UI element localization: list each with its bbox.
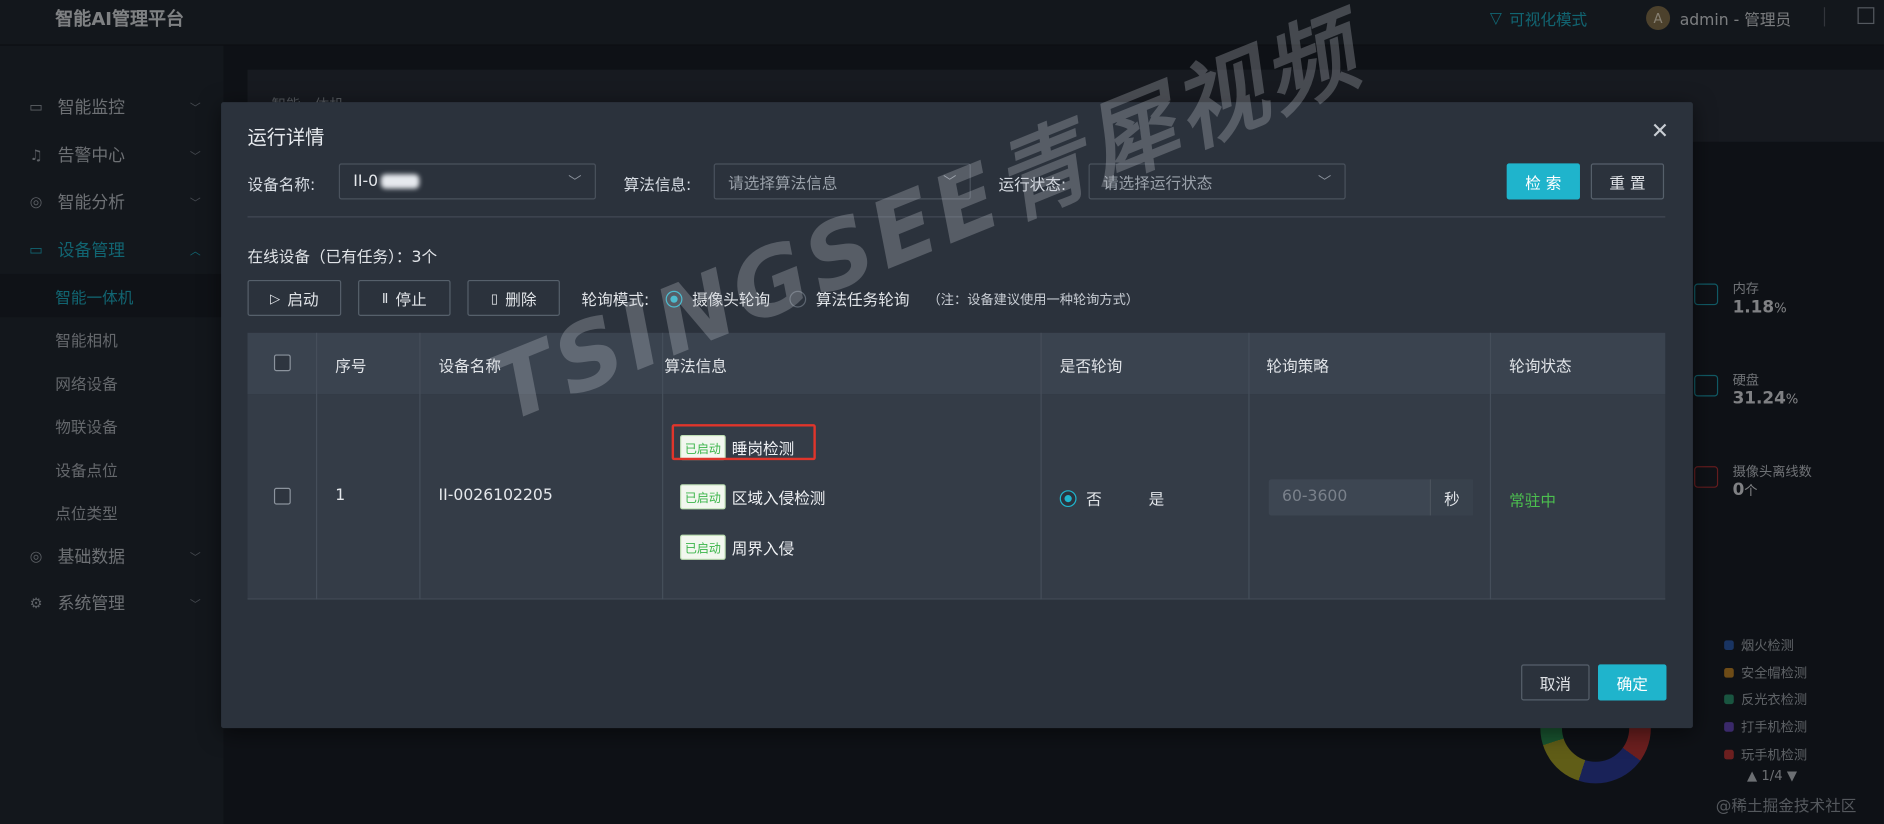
radio-checked-icon: [1059, 489, 1077, 507]
chevron-down-icon: ﹀: [1318, 174, 1332, 190]
algorithm-item: 已启动 周界入侵: [680, 534, 795, 560]
column-divider: [315, 332, 318, 600]
radio-poll-no[interactable]: 否: [1059, 487, 1102, 510]
stop-button[interactable]: Ⅱ 停止: [358, 279, 451, 316]
column-header: 序号: [335, 358, 367, 377]
device-table: 序号 设备名称 算法信息 是否轮询 轮询策略 轮询状态 1 II-0026102…: [247, 332, 1666, 602]
table-row: 1 II-0026102205 已启动 睡岗检测 已启动 区域入侵检测 已启动 …: [247, 394, 1666, 600]
radio-unchecked-icon: [1122, 489, 1140, 507]
radio-label: 否: [1086, 491, 1102, 510]
device-name-select[interactable]: II-0 ﹀: [338, 163, 596, 200]
select-all-checkbox[interactable]: [273, 354, 291, 372]
column-divider: [1248, 332, 1250, 600]
column-header: 轮询策略: [1266, 358, 1329, 377]
start-button[interactable]: ▷ 启动: [247, 279, 342, 316]
search-button[interactable]: 检 索: [1506, 163, 1580, 200]
poll-interval-unit: 秒: [1429, 479, 1474, 516]
cancel-button[interactable]: 取消: [1521, 664, 1590, 701]
started-badge: 已启动: [680, 534, 726, 560]
radio-label: 是: [1148, 491, 1165, 510]
column-header: 轮询状态: [1509, 358, 1572, 377]
radio-poll-yes[interactable]: 是: [1122, 487, 1165, 510]
poll-note: （注：设备建议使用一种轮询方式）: [927, 291, 1140, 308]
row-index: 1: [335, 486, 346, 505]
column-divider: [1489, 332, 1492, 600]
table-header: 序号 设备名称 算法信息 是否轮询 轮询策略 轮询状态: [247, 332, 1666, 395]
play-icon: ▷: [270, 290, 281, 306]
chevron-down-icon: ﹀: [568, 174, 582, 190]
dialog-title: 运行详情: [247, 126, 325, 149]
column-divider: [419, 332, 421, 600]
started-badge: 已启动: [680, 484, 726, 510]
device-name-label: 设备名称:: [247, 176, 316, 195]
highlight-box: [671, 424, 816, 461]
online-device-count: 在线设备（已有任务）：3个: [247, 248, 438, 267]
algorithm-name: 区域入侵检测: [731, 490, 826, 509]
poll-status: 常驻中: [1509, 492, 1556, 511]
algorithm-label: 算法信息:: [623, 176, 692, 195]
row-checkbox[interactable]: [273, 487, 291, 505]
poll-interval-input[interactable]: 60-3600 秒: [1268, 479, 1474, 516]
row-device-name: II-0026102205: [438, 486, 553, 505]
device-name-value: II-0: [353, 172, 379, 191]
redacted-text: [380, 174, 419, 189]
pause-icon: Ⅱ: [381, 290, 389, 306]
close-icon[interactable]: ✕: [1651, 119, 1669, 144]
trash-icon: ▯: [490, 290, 499, 306]
reset-button[interactable]: 重 置: [1590, 163, 1665, 200]
algorithm-item: 已启动 区域入侵检测: [680, 484, 826, 510]
confirm-button[interactable]: 确定: [1597, 664, 1667, 701]
poll-interval-placeholder: 60-3600: [1282, 487, 1348, 506]
column-divider: [1040, 332, 1042, 600]
column-header: 是否轮询: [1059, 358, 1123, 377]
algorithm-name: 周界入侵: [731, 540, 795, 559]
